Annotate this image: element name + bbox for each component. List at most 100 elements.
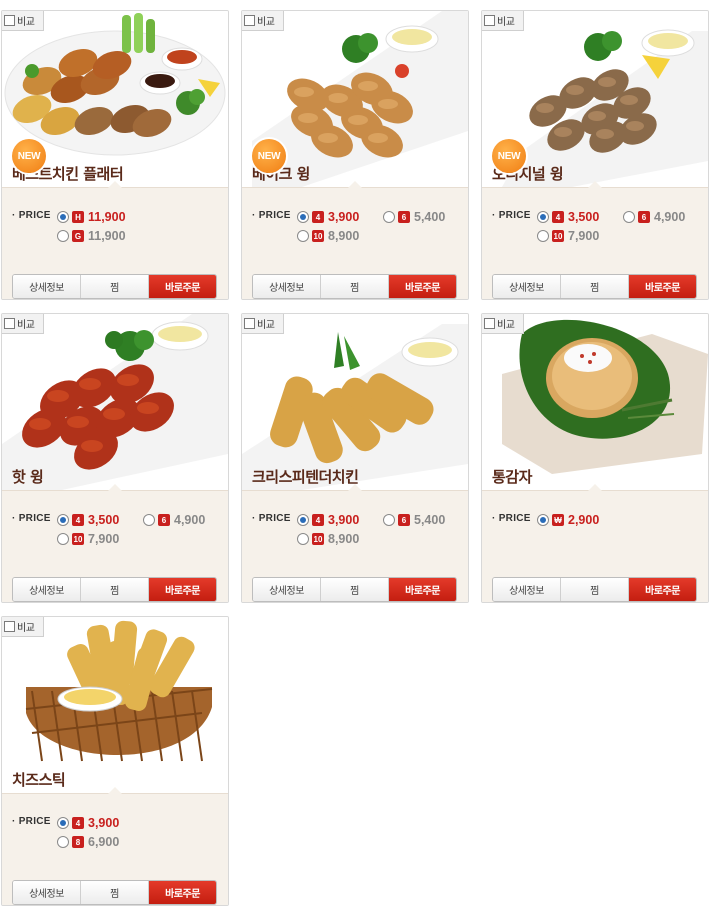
size-radio[interactable]: [537, 211, 549, 223]
size-badge: 6: [638, 211, 650, 223]
price-option[interactable]: 10 7,900: [57, 531, 119, 547]
wishlist-button[interactable]: 찜: [321, 275, 389, 298]
detail-button[interactable]: 상세정보: [493, 275, 561, 298]
size-radio[interactable]: [623, 211, 635, 223]
action-buttons: 상세정보 찜 바로주문: [492, 274, 697, 299]
size-radio[interactable]: [57, 817, 69, 829]
detail-button[interactable]: 상세정보: [493, 578, 561, 601]
price-option[interactable]: 4 3,500: [537, 209, 599, 225]
checkbox-icon[interactable]: [244, 15, 255, 26]
price-value: 3,500: [88, 513, 120, 527]
detail-button[interactable]: 상세정보: [13, 881, 81, 904]
compare-checkbox[interactable]: 비교: [482, 314, 524, 334]
order-now-button[interactable]: 바로주문: [629, 275, 696, 298]
compare-checkbox[interactable]: 비교: [2, 11, 44, 31]
price-option[interactable]: 4 3,900: [297, 512, 359, 528]
price-panel: · PRICE H 11,900 G 11,900 상세정보 찜 바로주문: [2, 181, 228, 299]
order-now-button[interactable]: 바로주문: [149, 881, 216, 904]
size-badge: 4: [72, 817, 84, 829]
size-badge: 4: [552, 211, 564, 223]
hot-wings-photo[interactable]: [2, 314, 228, 490]
price-option[interactable]: 10 8,900: [297, 531, 359, 547]
price-option[interactable]: 8 6,900: [57, 834, 119, 850]
size-radio[interactable]: [297, 533, 309, 545]
checkbox-icon[interactable]: [4, 15, 15, 26]
price-value: 3,900: [328, 210, 360, 224]
checkbox-icon[interactable]: [4, 318, 15, 329]
price-option[interactable]: H 11,900: [57, 209, 126, 225]
size-radio[interactable]: [297, 230, 309, 242]
size-radio[interactable]: [537, 514, 549, 526]
price-value: 7,900: [568, 229, 600, 243]
action-buttons: 상세정보 찜 바로주문: [492, 577, 697, 602]
compare-checkbox[interactable]: 비교: [2, 617, 44, 637]
detail-button[interactable]: 상세정보: [13, 275, 81, 298]
size-radio[interactable]: [297, 514, 309, 526]
price-option[interactable]: 6 4,900: [143, 512, 205, 528]
product-title[interactable]: 통감자: [492, 466, 532, 487]
order-now-button[interactable]: 바로주문: [149, 578, 216, 601]
action-buttons: 상세정보 찜 바로주문: [252, 577, 457, 602]
wishlist-button[interactable]: 찜: [81, 578, 149, 601]
price-option[interactable]: 4 3,900: [57, 815, 119, 831]
size-radio[interactable]: [537, 230, 549, 242]
price-option[interactable]: G 11,900: [57, 228, 126, 244]
price-label: · PRICE: [492, 210, 531, 221]
size-radio[interactable]: [383, 211, 395, 223]
checkbox-icon[interactable]: [484, 15, 495, 26]
checkbox-icon[interactable]: [4, 621, 15, 632]
order-now-button[interactable]: 바로주문: [389, 275, 456, 298]
wishlist-button[interactable]: 찜: [81, 881, 149, 904]
wishlist-button[interactable]: 찜: [561, 275, 629, 298]
size-badge: G: [72, 230, 84, 242]
price-option[interactable]: ₩ 2,900: [537, 512, 599, 528]
cheese-sticks-photo[interactable]: [2, 617, 228, 793]
price-panel: · PRICE 4 3,900 6 5,400 10 8,900 상세정보 찜 …: [242, 181, 468, 299]
price-option[interactable]: 6 5,400: [383, 209, 445, 225]
compare-checkbox[interactable]: 비교: [2, 314, 44, 334]
size-radio[interactable]: [57, 836, 69, 848]
price-option[interactable]: 10 8,900: [297, 228, 359, 244]
size-radio[interactable]: [57, 211, 69, 223]
size-radio[interactable]: [383, 514, 395, 526]
price-option[interactable]: 6 5,400: [383, 512, 445, 528]
detail-button[interactable]: 상세정보: [13, 578, 81, 601]
size-radio[interactable]: [57, 230, 69, 242]
compare-checkbox[interactable]: 비교: [482, 11, 524, 31]
size-radio[interactable]: [57, 514, 69, 526]
crispy-tender-photo[interactable]: [242, 314, 468, 490]
size-radio[interactable]: [143, 514, 155, 526]
baked-potato-photo[interactable]: [482, 314, 708, 490]
product-title[interactable]: 핫 윙: [12, 466, 44, 487]
size-radio[interactable]: [57, 533, 69, 545]
compare-checkbox[interactable]: 비교: [242, 11, 284, 31]
checkbox-icon[interactable]: [244, 318, 255, 329]
price-panel: · PRICE ₩ 2,900 상세정보 찜 바로주문: [482, 484, 708, 602]
wishlist-button[interactable]: 찜: [561, 578, 629, 601]
order-now-button[interactable]: 바로주문: [389, 578, 456, 601]
size-badge: ₩: [552, 514, 564, 526]
order-now-button[interactable]: 바로주문: [149, 275, 216, 298]
price-value: 3,900: [328, 513, 360, 527]
compare-label: 비교: [17, 17, 35, 28]
price-option[interactable]: 4 3,500: [57, 512, 119, 528]
wishlist-button[interactable]: 찜: [81, 275, 149, 298]
price-option[interactable]: 10 7,900: [537, 228, 599, 244]
size-badge: 10: [72, 533, 84, 545]
order-now-button[interactable]: 바로주문: [629, 578, 696, 601]
detail-button[interactable]: 상세정보: [253, 275, 321, 298]
detail-button[interactable]: 상세정보: [253, 578, 321, 601]
price-option[interactable]: 6 4,900: [623, 209, 685, 225]
price-value: 11,900: [88, 229, 126, 243]
compare-checkbox[interactable]: 비교: [242, 314, 284, 334]
size-radio[interactable]: [297, 211, 309, 223]
panel-notch: [588, 484, 602, 491]
wishlist-button[interactable]: 찜: [321, 578, 389, 601]
checkbox-icon[interactable]: [484, 318, 495, 329]
product-title[interactable]: 크리스피텐더치킨: [252, 466, 359, 487]
compare-label: 비교: [257, 320, 275, 331]
price-value: 8,900: [328, 229, 360, 243]
price-option[interactable]: 4 3,900: [297, 209, 359, 225]
product-title[interactable]: 치즈스틱: [12, 769, 66, 790]
price-panel: · PRICE 4 3,900 8 6,900 상세정보 찜 바로주문: [2, 787, 228, 905]
